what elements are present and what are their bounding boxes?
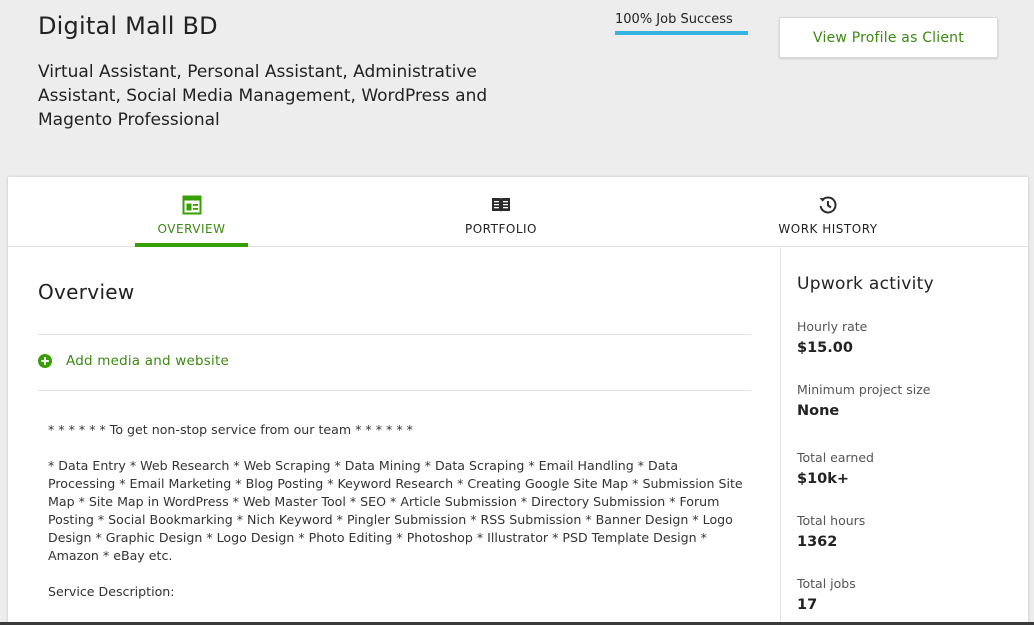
stat-value: $10k+ <box>797 471 850 487</box>
stat-label: Minimum project size <box>797 382 931 397</box>
tab-portfolio[interactable]: PORTFOLIO <box>441 177 561 246</box>
add-media-label: Add media and website <box>66 353 229 369</box>
stat-minimum-project-size: Minimum project size None <box>797 382 1017 419</box>
view-profile-as-client-button[interactable]: View Profile as Client <box>779 17 998 58</box>
stat-value: 1362 <box>797 534 838 550</box>
job-success: 100% Job Success <box>615 12 748 35</box>
overview-title: Overview <box>38 280 135 304</box>
stat-label: Total jobs <box>797 576 856 591</box>
overview-description: * * * * * * To get non-stop service from… <box>48 421 748 619</box>
description-paragraph: * * * * * * To get non-stop service from… <box>48 422 413 437</box>
stat-value: None <box>797 403 840 419</box>
description-paragraph: Service Description: <box>48 584 175 599</box>
stat-label: Total hours <box>797 513 866 528</box>
stat-total-hours: Total hours 1362 <box>797 513 1017 550</box>
profile-card: OVERVIEW PORTFOLIO WORK HISTORY Overview… <box>8 177 1028 625</box>
tab-overview[interactable]: OVERVIEW <box>135 177 248 247</box>
stat-label: Total earned <box>797 450 874 465</box>
stat-hourly-rate: Hourly rate $15.00 <box>797 319 1017 356</box>
portfolio-icon <box>492 198 510 212</box>
stat-value: $15.00 <box>797 340 853 356</box>
tab-overview-label: OVERVIEW <box>157 222 226 236</box>
tab-portfolio-label: PORTFOLIO <box>465 222 537 236</box>
stat-total-jobs: Total jobs 17 <box>797 576 1017 613</box>
tab-work-history-label: WORK HISTORY <box>778 222 878 236</box>
history-icon <box>819 196 837 214</box>
divider <box>38 334 751 335</box>
stat-total-earned: Total earned $10k+ <box>797 450 1017 487</box>
overview-section: Overview Add media and website * * * * *… <box>8 247 780 625</box>
profile-headline: Virtual Assistant, Personal Assistant, A… <box>38 62 488 130</box>
description-paragraph: * Data Entry * Web Research * Web Scrapi… <box>48 458 743 563</box>
add-media-link[interactable]: Add media and website <box>38 353 229 369</box>
profile-name: Digital Mall BD <box>38 12 218 40</box>
tab-work-history[interactable]: WORK HISTORY <box>768 177 888 246</box>
plus-circle-icon <box>38 354 52 368</box>
upwork-activity-panel: Upwork activity Hourly rate $15.00 Minim… <box>780 247 1028 625</box>
job-success-fill <box>615 31 748 35</box>
stat-label: Hourly rate <box>797 319 868 334</box>
activity-title: Upwork activity <box>797 274 934 294</box>
job-success-bar <box>615 31 748 35</box>
overview-icon <box>182 195 201 215</box>
job-success-label: 100% Job Success <box>615 12 733 27</box>
stat-value: 17 <box>797 597 818 613</box>
divider <box>38 390 751 391</box>
profile-tabs: OVERVIEW PORTFOLIO WORK HISTORY <box>8 177 1028 247</box>
